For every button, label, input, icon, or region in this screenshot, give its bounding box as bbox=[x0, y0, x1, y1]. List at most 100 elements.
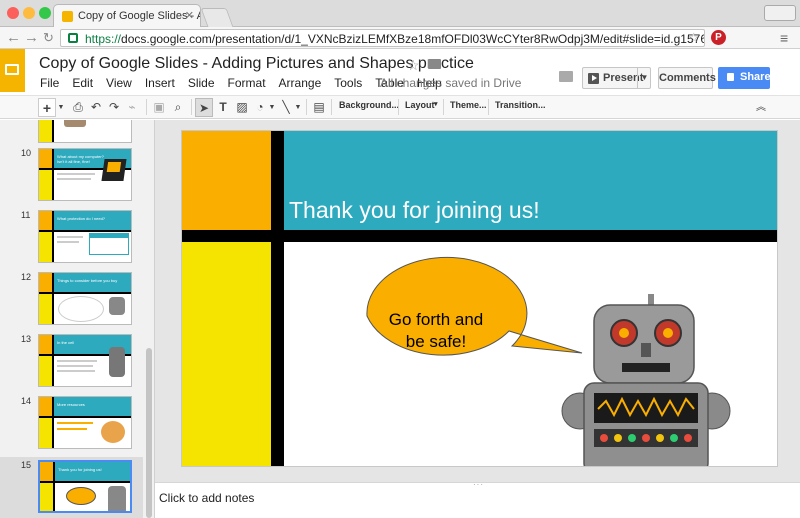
new-tab-button[interactable] bbox=[200, 8, 234, 27]
new-slide-dropdown-icon[interactable]: ▼ bbox=[56, 98, 66, 117]
url-input[interactable]: https://docs.google.com/presentation/d/1… bbox=[60, 29, 705, 47]
menu-arrange[interactable]: Arrange bbox=[279, 76, 322, 90]
slide-thumbnail-15[interactable]: Thank you for joining us! bbox=[38, 460, 132, 513]
image-icon[interactable]: ▨ bbox=[234, 98, 250, 117]
line-icon[interactable]: ╲ bbox=[278, 98, 294, 117]
comment-icon[interactable]: ▤ bbox=[311, 98, 327, 117]
maximize-window-icon[interactable] bbox=[39, 7, 51, 19]
speaker-notes[interactable]: ··· Click to add notes bbox=[155, 480, 800, 518]
paint-format-icon[interactable]: ⌁ bbox=[124, 98, 140, 117]
redo-icon[interactable]: ↷ bbox=[106, 98, 122, 117]
toolbar-divider bbox=[331, 99, 332, 115]
thumb-title: In the cell bbox=[57, 340, 75, 345]
print-icon[interactable]: ⎙ bbox=[70, 98, 86, 117]
thumb-bubble bbox=[66, 487, 96, 505]
save-status: All changes saved in Drive bbox=[380, 76, 522, 90]
slide-number: 12 bbox=[21, 272, 32, 282]
present-play-icon bbox=[588, 73, 599, 84]
new-slide-icon[interactable]: + bbox=[38, 98, 56, 117]
thumb-yellow-block bbox=[39, 294, 52, 324]
thumb-text-line bbox=[57, 422, 93, 424]
present-button[interactable]: Present ▼ bbox=[582, 67, 651, 89]
slide-number: 14 bbox=[21, 396, 32, 406]
transition-button[interactable]: Transition... bbox=[495, 100, 546, 110]
layout-dropdown-icon[interactable]: ▾ bbox=[434, 100, 438, 108]
browser-menu-icon[interactable]: ≡ bbox=[780, 30, 788, 46]
shape-dropdown-icon[interactable]: ▼ bbox=[268, 98, 276, 117]
thumb-text-line bbox=[57, 236, 83, 238]
notes-placeholder[interactable]: Click to add notes bbox=[159, 491, 254, 505]
menu-file[interactable]: File bbox=[40, 76, 59, 90]
tab-title: Copy of Google Slides - Ad bbox=[78, 10, 201, 22]
present-dropdown-icon[interactable]: ▼ bbox=[637, 68, 651, 88]
menu-tools[interactable]: Tools bbox=[334, 76, 362, 90]
robot-light bbox=[642, 434, 650, 442]
thumb-vertical-bar bbox=[52, 120, 54, 142]
bookmark-star-icon[interactable]: ☆ bbox=[688, 30, 700, 46]
background-button[interactable]: Background... bbox=[339, 100, 399, 110]
fit-icon[interactable]: ▣ bbox=[151, 98, 167, 117]
thumb-horizontal-bar bbox=[40, 481, 130, 483]
collapse-toolbar-icon[interactable]: ︽ bbox=[754, 98, 768, 117]
minimize-window-icon[interactable] bbox=[23, 7, 35, 19]
thumb-bubble bbox=[58, 296, 104, 322]
slide-thumbnail-14[interactable]: More resources bbox=[38, 396, 132, 449]
menu-edit[interactable]: Edit bbox=[72, 76, 93, 90]
theme-button[interactable]: Theme... bbox=[450, 100, 487, 110]
pinterest-icon[interactable]: P bbox=[711, 30, 726, 45]
browser-tab[interactable]: Copy of Google Slides - Ad ✕ bbox=[53, 4, 201, 27]
notes-resize-handle[interactable]: ··· bbox=[473, 480, 484, 489]
thumb-robot-image bbox=[108, 486, 126, 511]
thumb-robot-image bbox=[109, 297, 125, 315]
select-cursor-icon[interactable]: ➤ bbox=[195, 98, 213, 117]
shape-icon[interactable]: ◔ bbox=[252, 98, 268, 117]
thumb-table-header bbox=[90, 234, 128, 238]
menu-slide[interactable]: Slide bbox=[188, 76, 215, 90]
slide-thumbnail-11[interactable]: What protection do I need? bbox=[38, 210, 132, 263]
menu-view[interactable]: View bbox=[106, 76, 132, 90]
thumb-text-line bbox=[57, 365, 93, 367]
thumb-horizontal-bar bbox=[39, 230, 131, 232]
share-button[interactable]: Share bbox=[718, 67, 771, 89]
slide-canvas[interactable]: Thank you for joining us! Go forth and b… bbox=[181, 130, 778, 467]
slide-thumbnail-10[interactable]: What about my computer? Isn't it all fin… bbox=[38, 148, 132, 201]
undo-icon[interactable]: ↶ bbox=[88, 98, 104, 117]
address-bar-row: ← → ↻ https://docs.google.com/presentati… bbox=[0, 27, 800, 49]
share-label: Share bbox=[740, 71, 771, 83]
back-arrow-icon[interactable]: ← bbox=[6, 30, 21, 45]
thumb-yellow-block bbox=[39, 170, 52, 200]
menu-format[interactable]: Format bbox=[228, 76, 266, 90]
thumb-horizontal-bar bbox=[39, 416, 131, 418]
text-box-icon[interactable]: T bbox=[215, 98, 231, 117]
slide-thumbnail-9[interactable] bbox=[38, 120, 132, 143]
line-dropdown-icon[interactable]: ▼ bbox=[294, 98, 302, 117]
star-document-icon[interactable]: ☆ bbox=[407, 57, 420, 74]
slides-home-logo[interactable] bbox=[0, 49, 25, 92]
reload-icon[interactable]: ↻ bbox=[43, 30, 54, 45]
comments-button[interactable]: Comments bbox=[658, 67, 716, 89]
close-window-icon[interactable] bbox=[7, 7, 19, 19]
comment-history-icon[interactable] bbox=[559, 71, 573, 82]
filmstrip-scrollbar[interactable] bbox=[146, 348, 152, 518]
toolbar-divider bbox=[398, 99, 399, 115]
forward-arrow-icon[interactable]: → bbox=[24, 30, 39, 45]
robot-image[interactable] bbox=[182, 131, 778, 467]
menu-insert[interactable]: Insert bbox=[145, 76, 175, 90]
layout-button[interactable]: Layout bbox=[405, 100, 435, 110]
thumb-laptop-image bbox=[101, 159, 127, 181]
slide-thumbnail-12[interactable]: Things to consider before you buy bbox=[38, 272, 132, 325]
window-profile-button[interactable] bbox=[764, 5, 796, 21]
thumb-orange-block bbox=[39, 335, 52, 354]
zoom-icon[interactable]: ⌕ bbox=[170, 98, 186, 117]
thumb-orange-block bbox=[40, 462, 53, 481]
secure-lock-icon bbox=[68, 33, 78, 43]
thumb-robot-image bbox=[109, 347, 125, 377]
slide-thumbnail-13[interactable]: In the cell bbox=[38, 334, 132, 387]
move-to-folder-icon[interactable] bbox=[428, 59, 441, 69]
robot-light bbox=[684, 434, 692, 442]
thumb-yellow-block bbox=[39, 356, 52, 386]
url-scheme: https:// bbox=[85, 32, 122, 46]
thumb-text-line bbox=[57, 178, 91, 180]
robot-left-pupil bbox=[619, 328, 629, 338]
close-tab-icon[interactable]: ✕ bbox=[185, 9, 194, 22]
